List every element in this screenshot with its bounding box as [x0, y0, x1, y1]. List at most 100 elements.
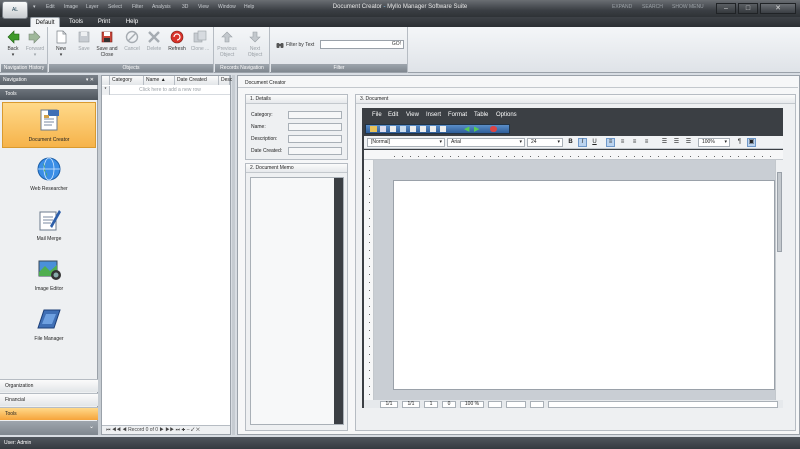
open-folder-icon[interactable] [370, 126, 377, 132]
column-header-name[interactable]: Name ▲ [144, 76, 175, 85]
name-field[interactable] [288, 123, 342, 131]
numbering-button[interactable]: ☰ [672, 138, 681, 147]
align-center-button[interactable]: ≡ [618, 138, 627, 147]
align-left-button[interactable]: ≡ [606, 138, 615, 147]
forward-green-icon[interactable]: ▶ [474, 125, 479, 133]
qat-item-image[interactable]: Image [64, 4, 78, 13]
delete-button[interactable]: Delete [143, 30, 165, 62]
forward-dropdown-icon[interactable]: ▾ [24, 52, 46, 58]
category-field[interactable] [288, 111, 342, 119]
editor-vertical-scrollbar[interactable] [775, 160, 783, 400]
nav-group-tools[interactable]: Tools [0, 407, 98, 420]
editor-menu-insert[interactable]: Insert [426, 112, 441, 118]
tab-help[interactable]: Help [120, 17, 144, 27]
qat-item-select[interactable]: Select [108, 4, 122, 13]
previous-object-button[interactable]: Previous Object [216, 30, 238, 62]
maximize-button[interactable]: □ [738, 3, 758, 14]
page-view-button[interactable]: ▣ [747, 138, 756, 147]
title-search[interactable]: SEARCH [642, 4, 663, 13]
new-dropdown-icon[interactable]: ▾ [50, 52, 72, 58]
editor-menu-file[interactable]: File [372, 112, 382, 118]
save-and-close-button[interactable]: Save and Close [96, 30, 118, 62]
editor-save-icon[interactable] [380, 126, 386, 132]
qat-item-help[interactable]: Help [244, 4, 254, 13]
memo-textarea[interactable] [250, 177, 344, 425]
minimize-button[interactable]: – [716, 3, 736, 14]
editor-menu-format[interactable]: Format [448, 112, 467, 118]
italic-button[interactable]: I [578, 138, 587, 147]
font-combo[interactable]: Arial ▾ [447, 138, 525, 147]
title-expand[interactable]: EXPAND [612, 4, 632, 13]
app-menu-button[interactable]: AL [2, 1, 28, 19]
grid-nav-next-last-icons[interactable]: ▶ ▶▶ ⏭ ✚ – ✓ ✕ [158, 427, 199, 433]
qat-item-3d[interactable]: 3D [182, 4, 188, 13]
cancel-button[interactable]: Cancel [121, 30, 143, 62]
qat-item-view[interactable]: View [198, 4, 209, 13]
grid-nav-first-prev-icons[interactable]: ⏮ ◀◀ ◀ [106, 427, 128, 433]
filter-go-button[interactable]: GO! [392, 41, 401, 47]
clone-button[interactable]: Clone ... [189, 30, 211, 62]
navigation-tools-bar[interactable]: Tools [0, 89, 98, 100]
bold-button[interactable]: B [566, 138, 575, 147]
tab-print[interactable]: Print [92, 17, 116, 27]
document-page[interactable] [393, 180, 775, 390]
qat-item-filter[interactable]: Filter [132, 4, 143, 13]
column-header-category[interactable]: Category [110, 76, 144, 85]
bullets-button[interactable]: ☰ [660, 138, 669, 147]
nav-configure-icon[interactable]: ⌄ [89, 423, 94, 430]
date-created-field[interactable] [288, 147, 342, 155]
qat-item-layer[interactable]: Layer [86, 4, 99, 13]
pane-pin-close-icons[interactable]: ▾ ✕ [86, 75, 94, 85]
show-formatting-button[interactable]: ¶ [735, 138, 744, 147]
font-size-combo[interactable]: 24 ▾ [527, 138, 563, 147]
description-field[interactable] [288, 135, 342, 143]
tab-tools[interactable]: Tools [64, 17, 88, 27]
memo-scrollbar[interactable] [334, 178, 343, 424]
back-button[interactable]: Back ▾ [2, 30, 24, 62]
undo-icon[interactable] [430, 126, 436, 132]
new-button[interactable]: New ▾ [50, 30, 72, 62]
nav-group-financial[interactable]: Financial [0, 393, 98, 406]
editor-menu-edit[interactable]: Edit [388, 112, 398, 118]
cut-icon[interactable] [400, 126, 406, 132]
tool-document-creator[interactable]: Document Creator [2, 102, 96, 148]
copy-icon[interactable] [410, 126, 416, 132]
back-green-icon[interactable]: ◀ [464, 125, 469, 133]
tool-file-manager[interactable]: File Manager [2, 302, 96, 348]
print-icon[interactable] [390, 126, 396, 132]
tool-image-editor[interactable]: Image Editor [2, 252, 96, 298]
qat-item-window[interactable]: Window [218, 4, 236, 13]
editor-menu-view[interactable]: View [406, 112, 419, 118]
refresh-button[interactable]: Refresh [166, 30, 188, 62]
filter-text-input[interactable]: GO! [320, 40, 404, 49]
horizontal-ruler[interactable] [364, 150, 783, 160]
justify-button[interactable]: ≡ [642, 138, 651, 147]
tab-default[interactable]: Default [30, 17, 60, 27]
back-dropdown-icon[interactable]: ▾ [2, 52, 24, 58]
column-header-date-created[interactable]: Date Created [175, 76, 219, 85]
zoom-combo[interactable]: 100% ▾ [698, 138, 730, 147]
stop-icon[interactable] [490, 126, 497, 132]
paste-icon[interactable] [420, 126, 426, 132]
tool-mail-merge[interactable]: Mail Merge [2, 202, 96, 248]
indent-button[interactable]: ☰ [684, 138, 693, 147]
column-header-description[interactable]: Desc [219, 76, 232, 85]
nav-pane-bottom-bar[interactable]: ⌄ [0, 421, 98, 435]
vertical-ruler[interactable] [364, 160, 374, 400]
align-right-button[interactable]: ≡ [630, 138, 639, 147]
underline-button[interactable]: U [590, 138, 599, 147]
grid-new-row[interactable]: Click here to add a new row [110, 86, 230, 95]
editor-menu-table[interactable]: Table [474, 112, 488, 118]
save-button[interactable]: Save [73, 30, 95, 62]
forward-button[interactable]: Forward ▾ [24, 30, 46, 62]
title-show-menu[interactable]: SHOW MENU [672, 4, 704, 13]
style-combo[interactable]: [Normal] ▾ [367, 138, 445, 147]
qat-item-edit[interactable]: Edit [46, 4, 55, 13]
splitter-right[interactable] [232, 75, 235, 435]
qat-item-analysis[interactable]: Analysis [152, 4, 171, 13]
close-button[interactable]: ✕ [760, 3, 796, 14]
scroll-thumb[interactable] [777, 172, 782, 252]
tool-web-researcher[interactable]: Web Researcher [2, 152, 96, 198]
redo-icon[interactable] [440, 126, 446, 132]
editor-menu-options[interactable]: Options [496, 112, 517, 118]
